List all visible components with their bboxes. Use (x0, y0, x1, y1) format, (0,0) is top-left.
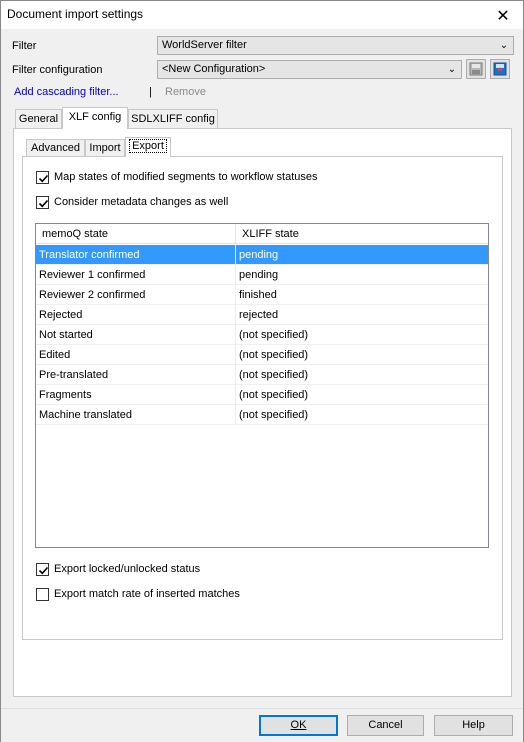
filter-config-label: Filter configuration (12, 64, 103, 76)
table-row[interactable]: Edited (not specified) (36, 345, 488, 365)
link-separator: | (149, 86, 152, 98)
map-states-checkbox[interactable] (36, 171, 49, 184)
memoq-state-cell: Rejected (36, 305, 236, 325)
xliff-state-cell: pending (239, 249, 279, 261)
filter-label: Filter (12, 40, 37, 52)
export-locked-label: Export locked/unlocked status (54, 563, 201, 575)
tab-export-label: Export (129, 139, 167, 153)
table-row[interactable]: Reviewer 2 confirmed finished (36, 285, 488, 305)
xliff-state-cell: (not specified) (239, 389, 309, 401)
export-match-rate-label: Export match rate of inserted matches (54, 588, 240, 600)
tab-sdlxliff-config[interactable]: SDLXLIFF config (128, 109, 218, 129)
filter-value: WorldServer filter (162, 39, 247, 51)
tab-sdlxliff-config-label: SDLXLIFF config (131, 113, 215, 125)
xliff-state-cell: pending (239, 269, 279, 281)
column-header-xliff-state[interactable]: XLIFF state (236, 224, 488, 244)
tab-xlf-config-label: XLF config (68, 111, 122, 123)
tab-xlf-config[interactable]: XLF config (62, 107, 128, 129)
table-row[interactable]: Rejected rejected (36, 305, 488, 325)
table-row[interactable]: Not started (not specified) (36, 325, 488, 345)
column-header-memoq-state[interactable]: memoQ state (36, 224, 236, 244)
close-icon[interactable]: ✕ (483, 1, 523, 29)
map-states-label: Map states of modified segments to workf… (54, 171, 318, 183)
memoq-state-cell: Edited (36, 345, 236, 365)
consider-metadata-checkbox[interactable] (36, 196, 49, 209)
filter-dropdown[interactable]: WorldServer filter ⌄ (157, 36, 514, 55)
table-row[interactable]: Reviewer 1 confirmed pending (36, 265, 488, 285)
state-mapping-list[interactable]: memoQ state XLIFF state Translator confi… (35, 223, 489, 548)
tab-general-label: General (18, 113, 59, 125)
ok-button[interactable]: OK (259, 715, 338, 736)
memoq-state-cell: Reviewer 1 confirmed (36, 265, 236, 285)
ok-button-label: OK (290, 719, 307, 731)
list-header: memoQ state XLIFF state (36, 224, 488, 244)
tab-advanced-label: Advanced (31, 142, 80, 154)
filter-config-value: <New Configuration> (162, 63, 266, 75)
help-button-label: Help (462, 719, 485, 731)
memoq-state-cell: Fragments (36, 385, 236, 405)
table-row[interactable]: Fragments (not specified) (36, 385, 488, 405)
xliff-state-cell: (not specified) (239, 349, 309, 361)
export-match-rate-checkbox[interactable] (36, 588, 49, 601)
xliff-state-cell: rejected (239, 309, 279, 321)
remove-link[interactable]: Remove (165, 86, 206, 98)
add-config-icon[interactable] (490, 59, 510, 79)
memoq-state-cell: Not started (36, 325, 236, 345)
memoq-state-cell: Translator confirmed (36, 245, 236, 265)
window-title: Document import settings (7, 7, 144, 21)
dialog-window: Document import settings ✕ Filter WorldS… (0, 0, 524, 742)
tab-import-label: Import (89, 142, 121, 154)
xliff-state-cell: (not specified) (239, 329, 309, 341)
consider-metadata-label: Consider metadata changes as well (54, 196, 229, 208)
table-row[interactable]: Machine translated (not specified) (36, 405, 488, 425)
cancel-button-label: Cancel (368, 719, 403, 731)
add-cascading-filter-link[interactable]: Add cascading filter... (14, 86, 119, 98)
save-config-icon[interactable] (466, 59, 486, 79)
export-locked-checkbox[interactable] (36, 563, 49, 576)
tab-import[interactable]: Import (85, 139, 125, 157)
xliff-state-cell: (not specified) (239, 409, 309, 421)
tab-general[interactable]: General (15, 109, 62, 129)
memoq-state-cell: Machine translated (36, 405, 236, 425)
xliff-state-cell: finished (239, 289, 277, 301)
title-bar: Document import settings ✕ (1, 1, 523, 29)
cancel-button[interactable]: Cancel (347, 715, 424, 736)
filter-config-dropdown[interactable]: <New Configuration> ⌄ (157, 60, 462, 79)
table-row[interactable]: Translator confirmed pending (36, 245, 488, 265)
tab-export[interactable]: Export (125, 137, 171, 157)
memoq-state-cell: Reviewer 2 confirmed (36, 285, 236, 305)
chevron-down-icon: ⌄ (499, 40, 509, 51)
help-button[interactable]: Help (434, 715, 513, 736)
tab-advanced[interactable]: Advanced (26, 139, 85, 157)
xliff-state-cell: (not specified) (239, 369, 309, 381)
memoq-state-cell: Pre-translated (36, 365, 236, 385)
chevron-down-icon: ⌄ (447, 64, 457, 75)
table-row[interactable]: Pre-translated (not specified) (36, 365, 488, 385)
